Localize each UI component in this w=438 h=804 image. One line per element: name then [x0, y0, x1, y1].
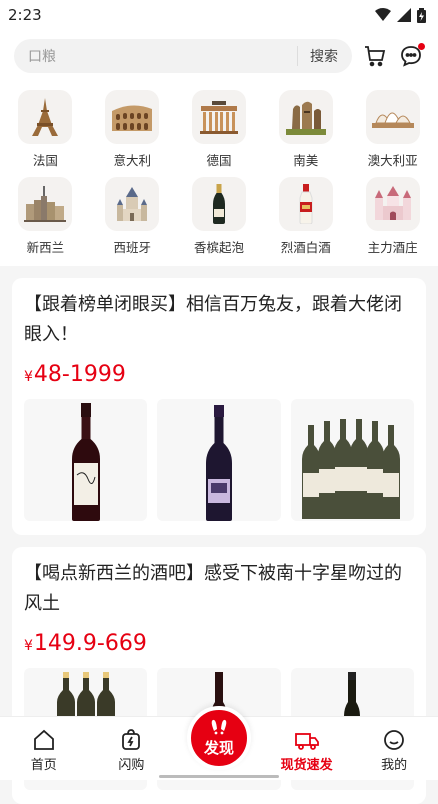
- promo-card[interactable]: 【跟着榜单闭眼买】相信百万兔友，跟着大佬闭眼入！ ¥48-1999: [12, 278, 426, 535]
- card-title: 【跟着榜单闭眼买】相信百万兔友，跟着大佬闭眼入！: [24, 294, 402, 345]
- truck-icon: [294, 733, 319, 750]
- category-italy[interactable]: 意大利: [89, 90, 176, 169]
- category-south-america[interactable]: 南美: [262, 90, 349, 169]
- battery-icon: [417, 7, 426, 23]
- brandenburg-gate-icon: [191, 90, 246, 144]
- status-icons: [375, 7, 426, 23]
- search-placeholder: 口粮: [28, 49, 56, 65]
- category-spain[interactable]: 西班牙: [89, 177, 176, 256]
- price-range: 149.9-669: [33, 631, 147, 656]
- smile-icon: [384, 730, 405, 750]
- category-label: 意大利: [113, 153, 151, 168]
- champagne-bottle-icon: [191, 177, 246, 231]
- category-label: 澳大利亚: [367, 153, 418, 168]
- price-range: 48-1999: [33, 362, 126, 387]
- tab-mine[interactable]: 我的: [350, 724, 438, 773]
- currency-symbol: ¥: [24, 638, 33, 654]
- tab-label: 闪购: [118, 758, 145, 773]
- category-label: 南美: [293, 153, 319, 168]
- status-bar: 2:23: [0, 0, 438, 30]
- wifi-icon: [375, 8, 391, 21]
- wine-bottles-group-icon: [302, 419, 401, 519]
- tab-label: 我的: [381, 758, 408, 773]
- category-label: 法国: [32, 153, 58, 168]
- category-baijiu[interactable]: 烈酒白酒: [262, 177, 349, 256]
- home-icon: [33, 729, 54, 750]
- rabbit-icon: [211, 719, 227, 734]
- eiffel-tower-icon: [18, 90, 73, 144]
- tab-home[interactable]: 首页: [0, 724, 88, 773]
- colosseum-icon: [105, 90, 160, 144]
- product-thumb[interactable]: [157, 399, 281, 521]
- category-label: 德国: [206, 153, 232, 168]
- category-champagne[interactable]: 香槟起泡: [176, 177, 263, 256]
- category-label: 新西兰: [26, 240, 65, 255]
- card-price: ¥48-1999: [24, 362, 414, 387]
- cart-button[interactable]: [362, 43, 388, 69]
- red-wine-bottle-icon: [71, 403, 100, 521]
- category-grid: 法国 意大利 德国 南美 澳大利亚 新西兰 西班牙 香槟起泡 烈酒白酒 主力酒庄: [0, 82, 438, 266]
- moai-icon: [278, 90, 333, 144]
- currency-symbol: ¥: [24, 369, 33, 385]
- card-price: ¥149.9-669: [24, 631, 414, 656]
- home-indicator: [0, 775, 438, 778]
- signal-icon: [397, 8, 411, 22]
- card-title: 【喝点新西兰的酒吧】感受下被南十字星吻过的风土: [24, 563, 402, 614]
- search-input[interactable]: 口粮 搜索: [14, 39, 352, 73]
- cart-icon: [365, 46, 386, 67]
- castle-icon: [365, 177, 420, 231]
- category-france[interactable]: 法国: [2, 90, 89, 169]
- product-thumb[interactable]: [290, 399, 414, 521]
- product-thumb[interactable]: [24, 399, 148, 521]
- tab-label: 首页: [30, 758, 57, 773]
- category-new-zealand[interactable]: 新西兰: [2, 177, 89, 256]
- category-winery[interactable]: 主力酒庄: [349, 177, 436, 256]
- discover-label: 发现: [203, 738, 234, 757]
- status-time: 2:23: [8, 6, 42, 24]
- cathedral-icon: [105, 177, 160, 231]
- category-label: 西班牙: [113, 240, 151, 255]
- category-label: 香槟起泡: [193, 240, 244, 255]
- opera-house-icon: [365, 90, 420, 144]
- message-badge: [418, 43, 425, 50]
- message-button[interactable]: [398, 43, 425, 69]
- baijiu-bottle-icon: [278, 177, 333, 231]
- flash-bag-icon: [122, 729, 141, 750]
- category-label: 主力酒庄: [367, 240, 418, 255]
- tab-flash[interactable]: 闪购: [88, 724, 176, 773]
- city-skyline-icon: [18, 177, 73, 231]
- tab-express[interactable]: 现货速发: [263, 724, 351, 773]
- product-thumbs: [24, 399, 414, 521]
- wine-bottle-icon: [205, 405, 232, 521]
- category-germany[interactable]: 德国: [176, 90, 263, 169]
- search-button[interactable]: 搜索: [297, 46, 338, 66]
- discover-button[interactable]: 发现: [187, 706, 251, 770]
- category-label: 烈酒白酒: [280, 240, 331, 255]
- tab-label: 现货速发: [280, 758, 333, 773]
- search-row: 口粮 搜索: [0, 30, 438, 82]
- category-australia[interactable]: 澳大利亚: [349, 90, 436, 169]
